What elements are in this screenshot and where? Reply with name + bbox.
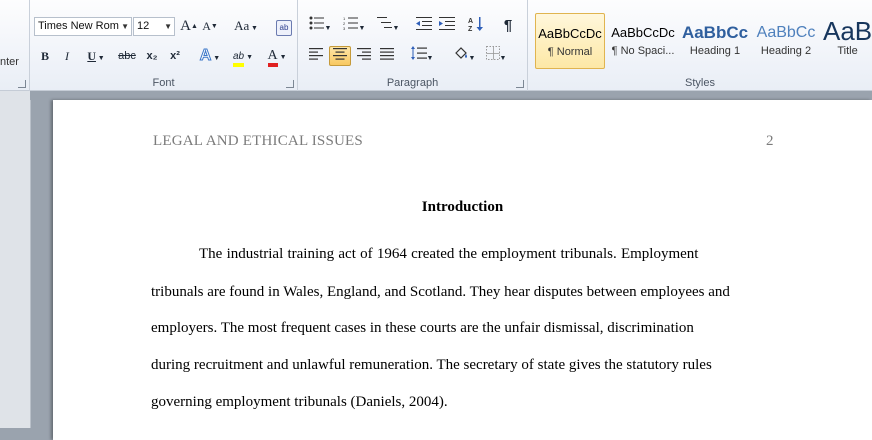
sort-az-icon: AZ [468,17,483,33]
style-name: Heading 1 [689,45,741,57]
bullet-list-icon [309,16,324,30]
paragraph-line: The industrial training act of 1964 crea… [199,246,699,262]
style-heading-2[interactable]: AaBbCc Heading 2 [752,13,820,69]
clipboard-group: nter [0,0,30,91]
text-effects-button[interactable]: A ▼ [197,46,223,66]
paragraph-line: tribunals are found in Wales, England, a… [151,284,730,300]
style-heading-1[interactable]: AaBbCc Heading 1 [681,13,749,69]
align-center-icon [333,48,347,60]
justify-button[interactable] [377,46,397,66]
align-right-icon [357,48,371,60]
style-sample: AaBbCcDc [611,25,675,40]
clear-formatting-icon: ab [276,20,292,36]
style-name: ¶ No Spaci... [611,45,675,57]
highlight-button[interactable]: ab ▼ [228,45,258,67]
style-sample: AaBbCc [756,24,816,41]
align-right-button[interactable] [354,46,374,66]
paint-bucket-icon [454,47,467,59]
svg-text:3: 3 [343,26,346,30]
align-center-button[interactable] [329,46,351,66]
increase-indent-icon [439,17,455,30]
style-normal[interactable]: AaBbCcDc ¶ Normal [535,13,605,69]
paragraph-group: ▼ 1 2 3 ▼ ▼ AZ ¶ ▼ ▼ ▼ Paragraph [298,0,528,91]
font-color-button[interactable]: A ▼ [263,45,291,67]
line-spacing-icon [410,46,427,60]
vertical-ruler [0,91,31,428]
bullets-button[interactable]: ▼ [306,16,334,36]
style-name: ¶ Normal [547,46,593,58]
svg-text:Z: Z [468,26,473,32]
ribbon: nter Times New Rom ▼ 12 ▼ A▲ A▼ Aa ▼ ab … [0,0,872,91]
bold-button[interactable]: B [36,46,54,66]
font-name-combo[interactable]: Times New Rom ▼ [34,17,132,36]
font-size-combo[interactable]: 12 ▼ [133,17,175,36]
align-left-button[interactable] [306,46,326,66]
decrease-indent-button[interactable] [414,16,434,36]
page-number: 2 [766,133,774,149]
shrink-font-button[interactable]: A▼ [202,16,218,36]
align-left-icon [309,48,323,60]
show-formatting-marks-button[interactable]: ¶ [498,16,518,36]
clear-formatting-button[interactable]: ab [274,16,294,36]
page-gap [30,91,872,100]
multilevel-list-button[interactable]: ▼ [374,16,402,36]
borders-icon [485,46,500,60]
line-spacing-button[interactable]: ▼ [408,46,436,66]
svg-text:A: A [468,18,473,25]
paragraph-dialog-launcher[interactable] [516,80,524,88]
underline-button[interactable]: U ▼ [83,46,109,66]
italic-button[interactable]: I [58,46,76,66]
strikethrough-button[interactable]: abc [116,46,138,66]
font-group-label: Font [152,77,175,89]
style-title[interactable]: AaB Title [823,13,872,69]
increase-indent-button[interactable] [437,16,457,36]
borders-button[interactable]: ▼ [482,46,510,66]
subscript-button[interactable]: x₂ [143,46,161,66]
justify-icon [380,48,394,60]
paragraph-line: during recruitment and unlawful remunera… [151,357,712,373]
document-page[interactable]: LEGAL AND ETHICAL ISSUES 2 Introduction … [53,100,872,440]
style-sample: AaBbCc [681,23,749,42]
style-name: Title [837,45,858,57]
style-name: Heading 2 [760,45,812,57]
numbered-list-icon: 123 [343,16,358,31]
styles-group: AaBbCcDc ¶ Normal AaBbCcDc ¶ No Spaci...… [528,0,872,91]
style-sample: AaB [823,16,872,43]
font-size-value: 12 [137,20,150,32]
font-dialog-launcher[interactable] [286,80,294,88]
paragraph-group-label: Paragraph [386,77,439,89]
style-sample: AaBbCcDc [538,26,602,41]
numbering-button[interactable]: 1 2 3 ▼ [340,16,368,36]
sort-button[interactable]: AZ [466,16,486,36]
decrease-indent-icon [416,17,432,30]
chevron-down-icon: ▼ [164,22,172,31]
paragraph-line: employers. The most frequent cases in th… [151,320,694,336]
change-case-button[interactable]: Aa ▼ [233,16,259,36]
section-heading: Introduction [421,199,504,215]
multilevel-list-icon [376,17,392,28]
shading-button[interactable]: ▼ [450,46,478,66]
clipboard-dialog-launcher[interactable] [18,80,26,88]
grow-font-button[interactable]: A▲ [180,16,198,36]
superscript-button[interactable]: x² [166,46,184,66]
paragraph-line: governing employment tribunals (Daniels,… [151,394,448,410]
style-no-spacing[interactable]: AaBbCcDc ¶ No Spaci... [608,13,678,69]
format-painter-label[interactable]: nter [0,56,19,68]
styles-group-label: Styles [685,77,715,89]
font-group: Times New Rom ▼ 12 ▼ A▲ A▼ Aa ▼ ab B I U… [30,0,298,91]
running-head: LEGAL AND ETHICAL ISSUES [153,133,363,149]
chevron-down-icon: ▼ [121,22,129,31]
font-name-value: Times New Rom [38,20,119,32]
